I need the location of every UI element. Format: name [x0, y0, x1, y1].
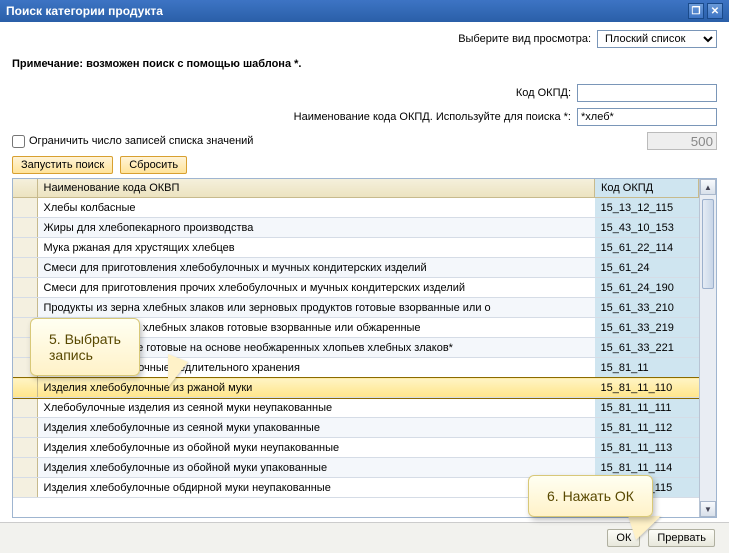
cell-name: Хлебы колбасные [37, 198, 595, 218]
name-label: Наименование кода ОКПД. Используйте для … [12, 111, 577, 123]
code-input[interactable] [577, 84, 717, 102]
callout-pointer-icon [628, 516, 661, 540]
cell-code: 15_13_12_115 [595, 198, 699, 218]
cell-code: 15_61_33_221 [595, 338, 699, 358]
row-stub[interactable] [13, 378, 37, 398]
table-row[interactable]: Изделия хлебобулочные из обойной муки не… [13, 438, 699, 458]
scroll-down-icon[interactable]: ▼ [700, 501, 716, 517]
view-select[interactable]: Плоский список [597, 30, 717, 48]
cell-name: Изделия хлебобулочные из ржаной муки [37, 378, 595, 398]
note-text: Примечание: возможен поиск с помощью шаб… [12, 58, 717, 70]
cell-code: 15_81_11_113 [595, 438, 699, 458]
cell-code: 15_43_10_153 [595, 218, 699, 238]
cell-code: 15_81_11_110 [595, 378, 699, 398]
cell-name: Изделия хлебобулочные из обойной муки уп… [37, 458, 595, 478]
table-row[interactable]: Мука ржаная для хрустящих хлебцев15_61_2… [13, 238, 699, 258]
cell-code: 15_61_33_210 [595, 298, 699, 318]
cell-name: Смеси для приготовления хлебобулочных и … [37, 258, 595, 278]
cell-name: Продукты из зерна хлебных злаков или зер… [37, 298, 595, 318]
cell-code: 15_61_22_114 [595, 238, 699, 258]
cell-name: Изделия хлебобулочные обдирной муки неуп… [37, 478, 595, 498]
row-stub[interactable] [13, 458, 37, 478]
scroll-thumb[interactable] [702, 199, 714, 289]
table-row[interactable]: Хлебы колбасные15_13_12_115 [13, 198, 699, 218]
cell-name: Изделия хлебобулочные из обойной муки не… [37, 438, 595, 458]
cell-name: Смеси для приготовления прочих хлебобуло… [37, 278, 595, 298]
row-stub[interactable] [13, 198, 37, 218]
view-label: Выберите вид просмотра: [458, 33, 591, 45]
row-stub[interactable] [13, 398, 37, 418]
cell-name: Жиры для хлебопекарного производства [37, 218, 595, 238]
cell-code: 15_81_11_112 [595, 418, 699, 438]
scroll-up-icon[interactable]: ▲ [700, 179, 716, 195]
row-stub[interactable] [13, 298, 37, 318]
col-name-header[interactable]: Наименование кода ОКВП [37, 179, 595, 198]
detach-icon[interactable]: ❐ [688, 3, 704, 19]
reset-button[interactable]: Сбросить [120, 156, 187, 174]
scrollbar[interactable]: ▲ ▼ [699, 179, 716, 517]
cell-name: Изделия хлебобулочные из сеяной муки упа… [37, 418, 595, 438]
row-stub[interactable] [13, 478, 37, 498]
code-label: Код ОКПД: [12, 87, 577, 99]
search-button[interactable]: Запустить поиск [12, 156, 113, 174]
limit-checkbox[interactable] [12, 135, 25, 148]
dialog-footer: ОК Прервать [0, 522, 729, 553]
row-stub[interactable] [13, 438, 37, 458]
row-stub[interactable] [13, 238, 37, 258]
table-row[interactable]: Изделия хлебобулочные из сеяной муки упа… [13, 418, 699, 438]
cell-name: Хлебобулочные изделия из сеяной муки неу… [37, 398, 595, 418]
limit-value [647, 132, 717, 150]
callout-select-row: 5. Выбрать запись [30, 318, 140, 376]
table-row[interactable]: Продукты из зерна хлебных злаков или зер… [13, 298, 699, 318]
limit-label: Ограничить число записей списка значений [29, 135, 253, 147]
table-row[interactable]: Хлебобулочные изделия из сеяной муки неу… [13, 398, 699, 418]
titlebar: Поиск категории продукта ❐ ✕ [0, 0, 729, 22]
table-row[interactable]: Изделия хлебобулочные из ржаной муки15_8… [13, 378, 699, 398]
cell-code: 15_81_11_111 [595, 398, 699, 418]
cell-code: 15_61_33_219 [595, 318, 699, 338]
name-input[interactable] [577, 108, 717, 126]
col-code-header[interactable]: Код ОКПД [595, 179, 699, 198]
row-stub[interactable] [13, 258, 37, 278]
col-stub[interactable] [13, 179, 37, 198]
close-icon[interactable]: ✕ [707, 3, 723, 19]
cell-name: Мука ржаная для хрустящих хлебцев [37, 238, 595, 258]
table-row[interactable]: Жиры для хлебопекарного производства15_4… [13, 218, 699, 238]
callout-press-ok: 6. Нажать ОК [528, 475, 653, 517]
callout-pointer-icon [168, 354, 188, 387]
cell-code: 15_61_24_190 [595, 278, 699, 298]
cell-code: 15_61_24 [595, 258, 699, 278]
row-stub[interactable] [13, 218, 37, 238]
table-row[interactable]: Смеси для приготовления прочих хлебобуло… [13, 278, 699, 298]
row-stub[interactable] [13, 278, 37, 298]
cell-code: 15_81_11 [595, 358, 699, 378]
table-row[interactable]: Смеси для приготовления хлебобулочных и … [13, 258, 699, 278]
row-stub[interactable] [13, 418, 37, 438]
window-title: Поиск категории продукта [6, 4, 163, 18]
